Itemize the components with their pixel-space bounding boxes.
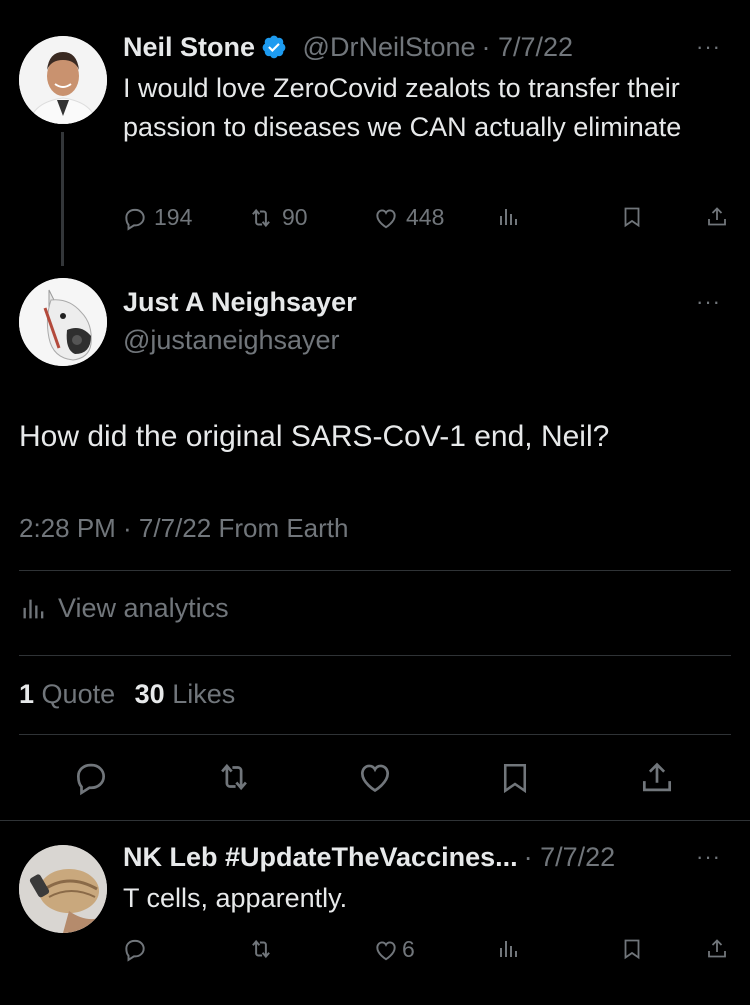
share-button[interactable] bbox=[638, 758, 676, 803]
like-count: 448 bbox=[406, 204, 445, 230]
view-analytics-link[interactable]: View analytics bbox=[20, 593, 229, 624]
parent-author-name[interactable]: Neil Stone bbox=[123, 32, 255, 62]
reply-button[interactable]: 194 bbox=[122, 204, 192, 231]
engagement-stats: 1 Quote 30 Likes bbox=[19, 679, 235, 710]
retweet-button[interactable] bbox=[246, 936, 276, 962]
analytics-icon bbox=[500, 941, 517, 957]
verified-badge-icon bbox=[262, 35, 286, 59]
divider bbox=[19, 734, 731, 735]
bookmark-button[interactable] bbox=[620, 204, 644, 230]
parent-tweet-date[interactable]: · 7/7/22 bbox=[482, 32, 574, 62]
reply-icon bbox=[125, 939, 145, 962]
avatar-image bbox=[19, 845, 107, 933]
quote-label: Quote bbox=[41, 679, 116, 709]
reply-author-row: NK Leb #UpdateTheVaccines... · 7/7/22 bbox=[123, 842, 615, 873]
avatar-nk-leb[interactable] bbox=[19, 845, 107, 933]
parent-author-row: Neil Stone @DrNeilStone · 7/7/22 bbox=[123, 32, 573, 63]
bookmark-icon bbox=[624, 207, 640, 228]
like-icon bbox=[376, 208, 396, 228]
retweet-button[interactable] bbox=[213, 758, 255, 801]
retweet-icon bbox=[221, 763, 247, 791]
main-tweet-text: How did the original SARS-CoV-1 end, Nei… bbox=[19, 420, 610, 453]
retweet-button[interactable]: 90 bbox=[246, 204, 308, 231]
view-analytics-label: View analytics bbox=[58, 593, 229, 623]
avatar-neil-stone[interactable] bbox=[19, 36, 107, 124]
like-button[interactable]: 448 bbox=[372, 204, 444, 231]
analytics-button[interactable] bbox=[497, 936, 521, 962]
reply-author-name[interactable]: NK Leb #UpdateTheVaccines... bbox=[123, 842, 518, 872]
share-icon bbox=[708, 939, 726, 958]
reply-button[interactable] bbox=[72, 758, 110, 801]
bookmark-icon bbox=[624, 939, 640, 960]
more-options-icon[interactable]: ··· bbox=[696, 289, 721, 315]
main-author-name[interactable]: Just A Neighsayer bbox=[123, 287, 357, 318]
like-icon bbox=[360, 764, 390, 793]
avatar-image bbox=[19, 36, 107, 124]
reply-count: 194 bbox=[154, 204, 193, 230]
avatar-just-a-neighsayer[interactable] bbox=[19, 278, 107, 366]
like-button[interactable]: 6 bbox=[372, 936, 415, 963]
reply-icon bbox=[125, 208, 145, 231]
like-count: 6 bbox=[402, 936, 415, 962]
reply-tweet-text: T cells, apparently. bbox=[123, 883, 348, 913]
like-button[interactable] bbox=[355, 758, 395, 801]
analytics-button[interactable] bbox=[497, 204, 521, 230]
likes-stat[interactable]: 30 Likes bbox=[135, 679, 236, 709]
analytics-icon bbox=[500, 209, 517, 225]
avatar-image bbox=[19, 278, 107, 366]
bookmark-button[interactable] bbox=[497, 758, 533, 803]
share-icon bbox=[642, 762, 672, 792]
reply-button[interactable] bbox=[122, 936, 148, 962]
retweet-count: 90 bbox=[282, 204, 308, 230]
parent-tweet-text: I would love ZeroCovid zealots to transf… bbox=[123, 73, 682, 142]
quote-count: 1 bbox=[19, 679, 35, 709]
analytics-icon bbox=[23, 599, 44, 618]
likes-count: 30 bbox=[134, 679, 165, 709]
quote-stat[interactable]: 1 Quote bbox=[19, 679, 115, 709]
reply-icon bbox=[76, 763, 106, 796]
thread-connector-line bbox=[61, 132, 64, 266]
divider bbox=[19, 655, 731, 656]
retweet-icon bbox=[252, 939, 270, 959]
retweet-icon bbox=[252, 208, 270, 227]
bookmark-icon bbox=[503, 763, 527, 794]
likes-label: Likes bbox=[172, 679, 236, 709]
share-icon bbox=[708, 207, 726, 226]
parent-author-handle[interactable]: @DrNeilStone bbox=[303, 32, 476, 62]
like-icon bbox=[376, 940, 396, 960]
divider bbox=[0, 820, 750, 821]
main-tweet-timestamp[interactable]: 2:28 PM · 7/7/22 From Earth bbox=[19, 513, 348, 544]
more-options-icon[interactable]: ··· bbox=[696, 844, 721, 870]
main-author-handle[interactable]: @justaneighsayer bbox=[123, 325, 340, 356]
more-options-icon[interactable]: ··· bbox=[696, 34, 721, 60]
share-button[interactable] bbox=[705, 204, 729, 230]
share-button[interactable] bbox=[705, 936, 729, 962]
divider bbox=[19, 570, 731, 571]
reply-tweet-date[interactable]: · 7/7/22 bbox=[524, 842, 616, 872]
bookmark-button[interactable] bbox=[620, 936, 644, 962]
